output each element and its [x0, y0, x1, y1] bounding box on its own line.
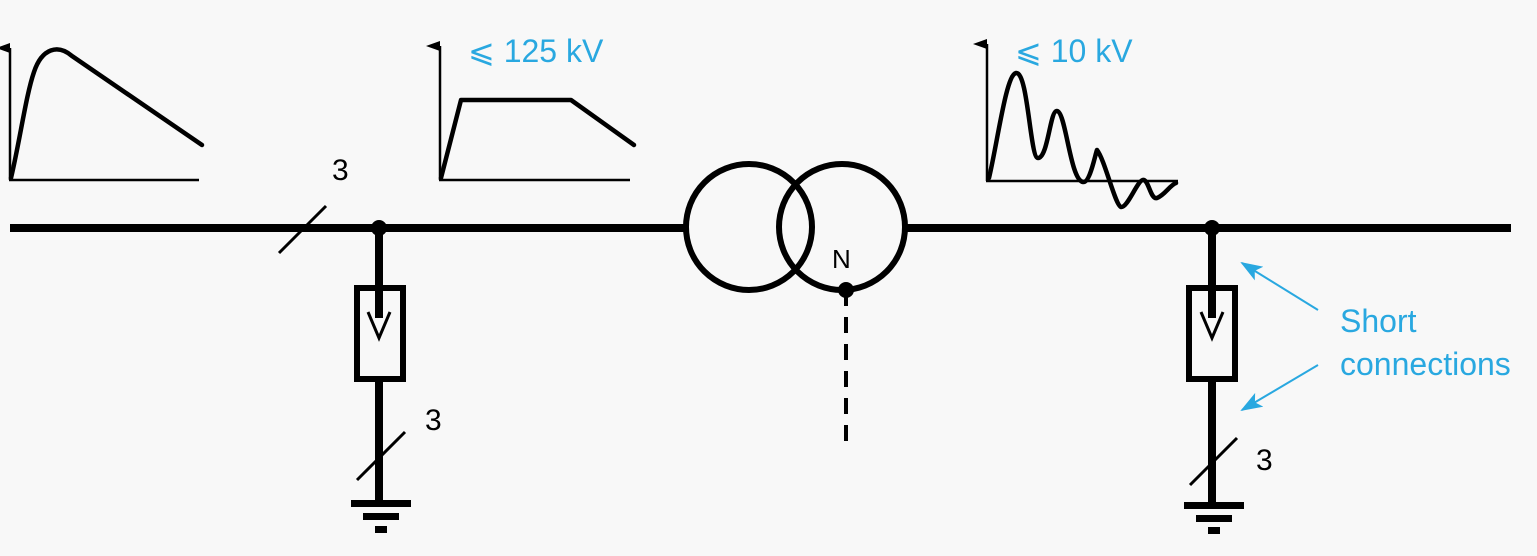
- lightning-impulse-waveform: [0, 43, 205, 182]
- transmitted-surge-waveform: ⩽ 125 kV: [426, 33, 637, 182]
- clipped-surge-curve: [438, 97, 637, 181]
- main-line: 3: [10, 154, 1511, 255]
- ground-icon: [351, 500, 411, 533]
- secondary-oscillation-waveform: ⩽ 10 kV: [973, 33, 1179, 210]
- single-line-diagram: ⩽ 125 kV ⩽ 10 kV 3 3 N 3 Short connectio…: [0, 33, 1511, 534]
- short-connections-annotation: Short connections: [1240, 261, 1511, 412]
- annotation-line-2: connections: [1340, 346, 1511, 382]
- right-arrester-phase-count: 3: [1256, 444, 1273, 477]
- line-phase-count: 3: [332, 154, 349, 187]
- transformer: N: [683, 161, 908, 452]
- transmitted-voltage-label: ⩽ 125 kV: [468, 33, 604, 69]
- annotation-line-1: Short: [1340, 303, 1417, 339]
- left-surge-arrester: 3: [351, 220, 442, 533]
- pointer-arrow-icon: [1240, 364, 1319, 412]
- damped-oscillation-curve: [986, 70, 1179, 210]
- pointer-arrow-icon: [1240, 261, 1319, 311]
- impulse-curve: [8, 47, 205, 181]
- right-surge-arrester: 3: [1184, 220, 1273, 534]
- left-arrester-phase-count: 3: [425, 404, 442, 437]
- secondary-voltage-label: ⩽ 10 kV: [1015, 33, 1133, 69]
- ground-icon: [1184, 502, 1244, 534]
- neutral-label: N: [832, 244, 851, 274]
